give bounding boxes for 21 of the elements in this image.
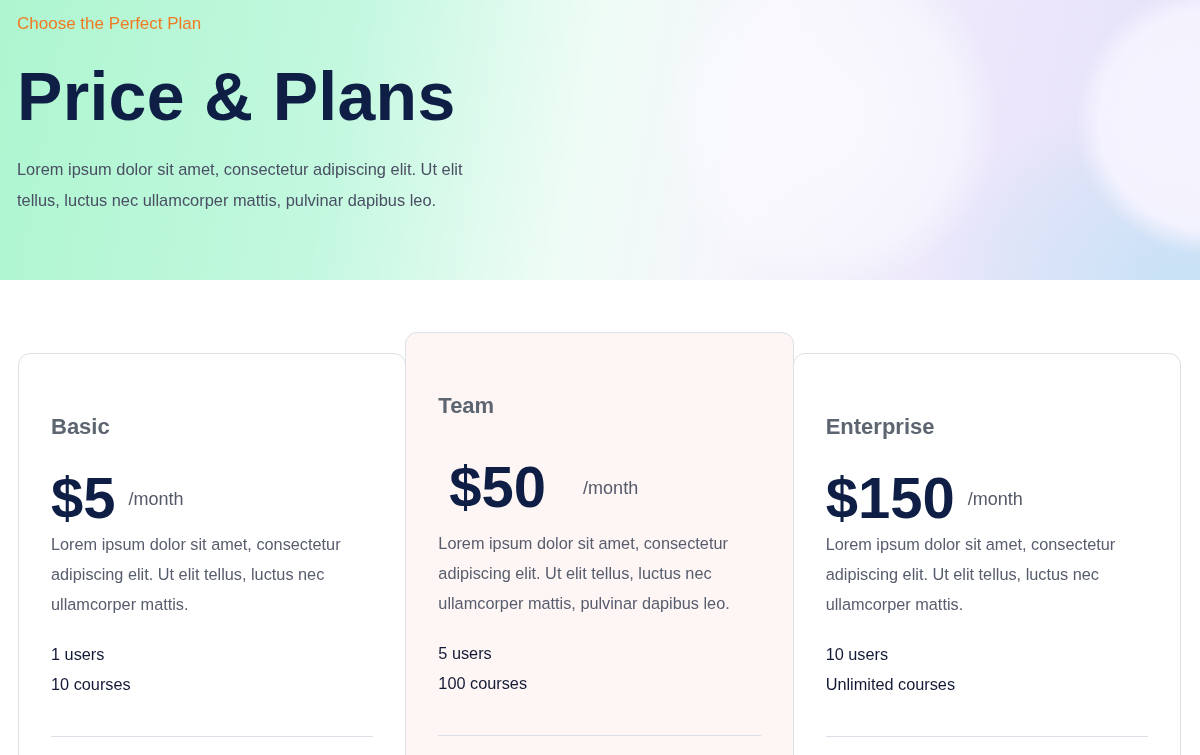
price-period: /month bbox=[583, 477, 639, 499]
plan-name: Enterprise bbox=[825, 414, 935, 440]
plan-feature: 10 courses bbox=[51, 674, 131, 695]
plan-name: Basic bbox=[51, 414, 110, 440]
plan-description: Lorem ipsum dolor sit amet, consectetur adipiscing elit. Ut elit tellus, luctus nec ullamcorper mattis. bbox=[51, 534, 342, 615]
plan-price: $5 bbox=[51, 469, 116, 527]
plan-name: Team bbox=[438, 393, 495, 419]
plan-feature: 5 users bbox=[438, 643, 492, 664]
plan-feature: 1 users bbox=[51, 644, 105, 665]
intro-text: Lorem ipsum dolor sit amet, consectetur adipiscing elit. Ut elit tellus, luctus nec ullamcorper mattis, pulvinar dapibus leo. bbox=[17, 159, 464, 211]
plan-price: $50 bbox=[449, 458, 547, 516]
plan-feature: 10 users bbox=[825, 644, 889, 665]
plan-description: Lorem ipsum dolor sit amet, consectetur adipiscing elit. Ut elit tellus, luctus nec ullamcorper mattis, pulvinar dapibus leo. bbox=[438, 533, 731, 614]
plan-price: $150 bbox=[825, 469, 955, 527]
price-period: /month bbox=[128, 488, 184, 510]
plan-feature: Unlimited courses bbox=[825, 674, 956, 695]
price-period: /month bbox=[967, 488, 1023, 510]
page-title: Price & Plans bbox=[17, 59, 456, 134]
plan-description: Lorem ipsum dolor sit amet, consectetur adipiscing elit. Ut elit tellus, luctus nec ullamcorper mattis. bbox=[825, 534, 1117, 615]
eyebrow-text: Choose the Perfect Plan bbox=[17, 13, 202, 35]
plan-feature: 100 courses bbox=[438, 673, 528, 694]
